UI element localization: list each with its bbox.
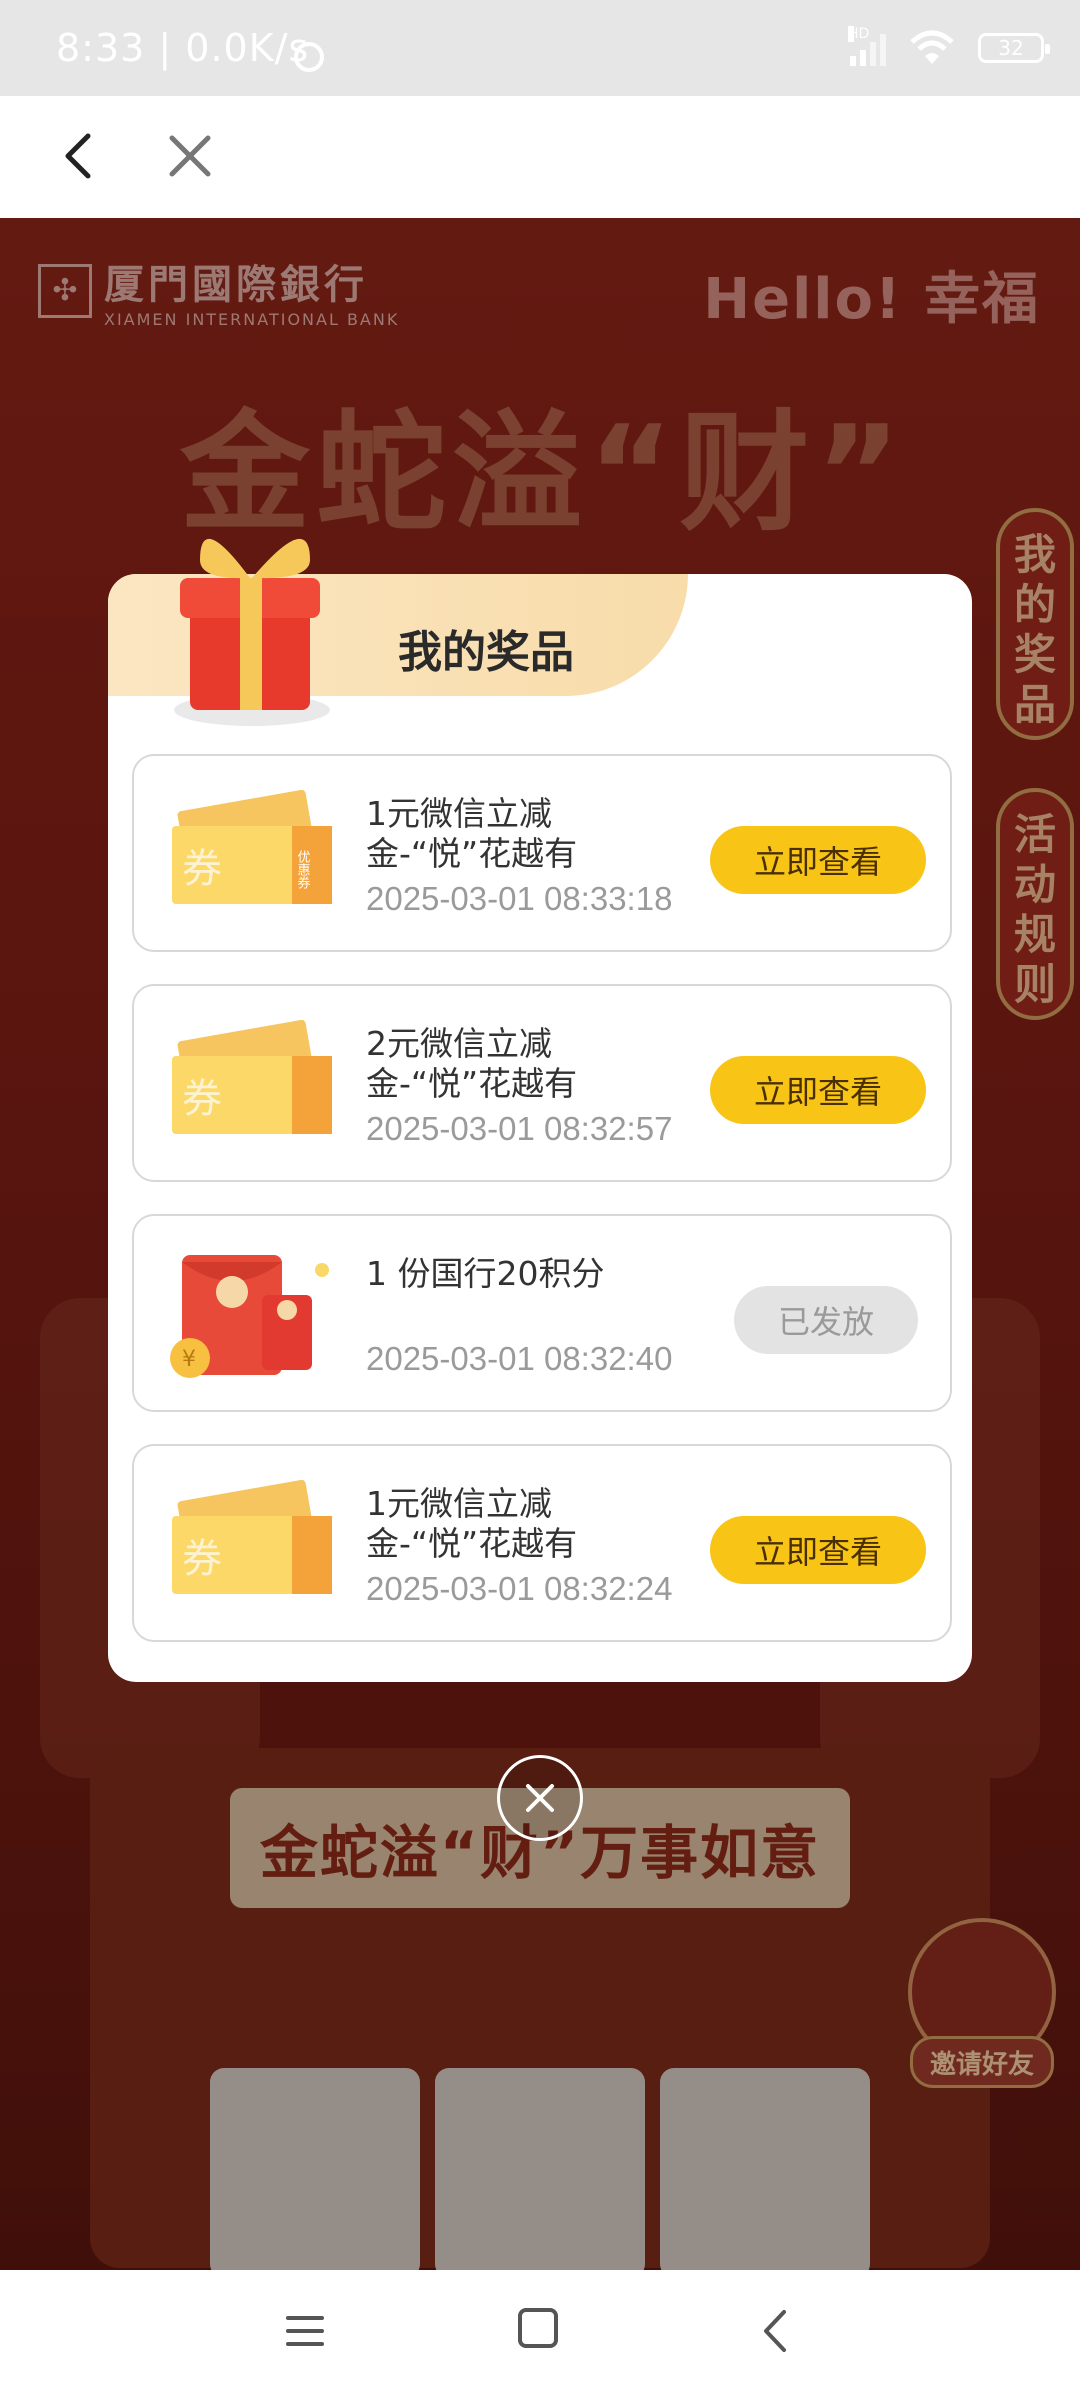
prize-date: 2025-03-01 08:33:18 [366, 880, 673, 917]
prize-name: 1元微信立减金-“悦”花越有 [366, 1484, 578, 1563]
browser-nav-bar [0, 96, 1080, 218]
status-bar: 8:33 | 0.0K/s HD 32 [0, 0, 1080, 96]
prize-name: 2元微信立减金-“悦”花越有 [366, 1024, 578, 1103]
svg-text:¥: ¥ [182, 1347, 196, 1372]
alarm-icon [294, 42, 324, 72]
close-icon[interactable] [160, 126, 220, 186]
svg-text:券: 券 [182, 846, 222, 892]
dialog-title: 我的奖品 [398, 627, 574, 678]
prize-list: 券 优惠券 1元微信立减金-“悦”花越有 2025-03-01 08:33:18… [132, 754, 952, 1674]
svg-text:优惠券: 优惠券 [295, 850, 311, 889]
status-time: 8:33 | 0.0K/s [56, 26, 310, 70]
back-arrow-icon[interactable] [52, 126, 112, 186]
prize-date: 2025-03-01 08:32:57 [366, 1110, 673, 1147]
coupon-icon: 券 [172, 1020, 332, 1134]
home-icon[interactable] [518, 2308, 558, 2348]
status-icons: HD 32 [848, 26, 1050, 66]
svg-text:券: 券 [182, 1536, 222, 1582]
prize-name: 1元微信立减金-“悦”花越有 [366, 794, 578, 873]
signal-icon: HD [848, 26, 886, 66]
gift-box-icon [174, 538, 330, 726]
issued-status-button: 已发放 [734, 1286, 918, 1354]
prize-item: 券 优惠券 1元微信立减金-“悦”花越有 2025-03-01 08:33:18… [132, 754, 952, 952]
prize-date: 2025-03-01 08:32:40 [366, 1340, 673, 1377]
red-envelope-icon: ¥ [170, 1255, 329, 1378]
network-tag: HD [848, 26, 870, 42]
my-prizes-dialog: 我的奖品 券 优惠券 1元微信立减金-“悦”花越有 2025-03-01 08:… [108, 574, 972, 1682]
coupon-icon: 券 [172, 1480, 332, 1594]
wifi-icon [910, 30, 954, 64]
view-now-button[interactable]: 立即查看 [710, 1056, 926, 1124]
coupon-icon: 券 优惠券 [172, 790, 332, 904]
view-now-button[interactable]: 立即查看 [710, 826, 926, 894]
system-nav-bar [0, 2270, 1080, 2400]
prize-item: 券 1元微信立减金-“悦”花越有 2025-03-01 08:32:24 立即查… [132, 1444, 952, 1642]
prize-name: 1 份国行20积分 [366, 1254, 605, 1293]
close-dialog-button[interactable] [497, 1755, 583, 1841]
close-icon [526, 1784, 554, 1812]
prize-date: 2025-03-01 08:32:24 [366, 1570, 673, 1607]
back-icon[interactable] [756, 2306, 796, 2356]
prize-item: ¥ 1 份国行20积分 2025-03-01 08:32:40 已发放 [132, 1214, 952, 1412]
battery-level: 32 [998, 36, 1024, 60]
menu-icon[interactable] [284, 2310, 326, 2352]
battery-icon: 32 [978, 33, 1050, 63]
view-now-button[interactable]: 立即查看 [710, 1516, 926, 1584]
svg-text:券: 券 [182, 1076, 222, 1122]
prize-item: 券 2元微信立减金-“悦”花越有 2025-03-01 08:32:57 立即查… [132, 984, 952, 1182]
